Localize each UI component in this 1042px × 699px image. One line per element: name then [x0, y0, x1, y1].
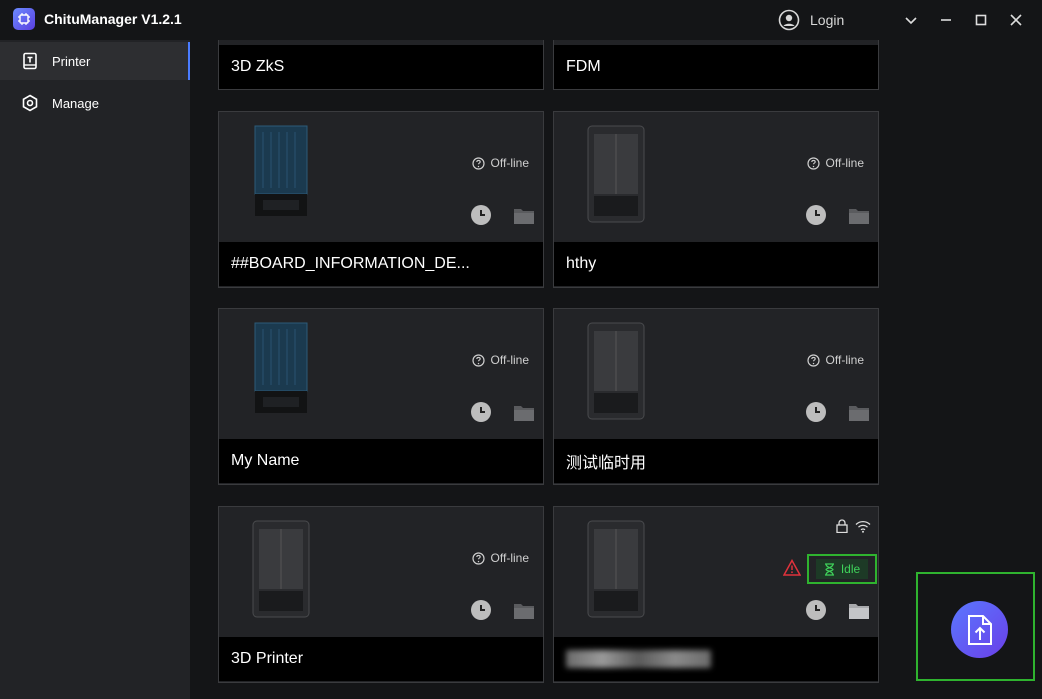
printer-name: FDM — [554, 45, 878, 89]
warning-icon[interactable] — [783, 559, 801, 577]
printer-thumbnail — [254, 125, 308, 216]
help-circle-icon — [806, 353, 820, 367]
help-circle-icon — [471, 551, 485, 565]
folder-icon[interactable] — [849, 404, 869, 421]
clock-icon[interactable] — [471, 600, 491, 620]
clock-icon[interactable] — [471, 205, 491, 225]
printer-icon — [23, 52, 37, 70]
login-label: Login — [810, 12, 845, 28]
title-bar: ChituManager V1.2.1 Login — [0, 0, 1042, 40]
printer-thumbnail — [254, 322, 308, 413]
printer-card[interactable]: Off-line ##BOARD_INFORMATION_DE... — [218, 111, 544, 288]
status-text: Off-line — [490, 156, 529, 170]
status-text: Idle — [840, 562, 861, 576]
folder-icon[interactable] — [849, 207, 869, 224]
printer-card[interactable]: Off-line hthy — [553, 111, 879, 288]
sidebar-item-label: Manage — [52, 95, 99, 111]
clock-icon[interactable] — [806, 600, 826, 620]
close-icon[interactable] — [1006, 10, 1026, 30]
minimize-icon[interactable] — [936, 10, 956, 30]
hourglass-icon — [824, 562, 834, 576]
folder-icon[interactable] — [514, 404, 534, 421]
sidebar: Printer Manage — [0, 40, 190, 699]
connection-status: Off-line — [471, 353, 529, 367]
printer-card[interactable]: Off-line 3D Printer — [218, 506, 544, 683]
printer-card[interactable]: 3D ZkS — [218, 40, 544, 90]
maximize-icon[interactable] — [971, 10, 991, 30]
printer-grid: 3D ZkS FDM Off-line ##BOARD_INFORMATION_… — [190, 40, 1042, 699]
login-button[interactable]: Login — [778, 9, 844, 31]
chevron-down-icon[interactable] — [901, 10, 921, 30]
app-title: ChituManager V1.2.1 — [44, 11, 182, 27]
folder-icon[interactable] — [514, 602, 534, 619]
status-text: Off-line — [490, 551, 529, 565]
printer-thumbnail — [587, 322, 645, 420]
connection-status: Off-line — [806, 353, 864, 367]
printer-name: ##BOARD_INFORMATION_DE... — [219, 242, 543, 286]
connection-status: Off-line — [806, 156, 864, 170]
connection-status: Off-line — [471, 551, 529, 565]
lock-icon — [836, 519, 848, 533]
sidebar-item-printer[interactable]: Printer — [0, 42, 190, 80]
printer-name — [554, 637, 878, 681]
status-text: Off-line — [490, 353, 529, 367]
status-text: Off-line — [825, 353, 864, 367]
help-circle-icon — [471, 353, 485, 367]
status-badge: Idle — [807, 554, 877, 584]
help-circle-icon — [471, 156, 485, 170]
printer-name: hthy — [554, 242, 878, 286]
printer-card[interactable]: Off-line 测试临时用 — [553, 308, 879, 485]
printer-name: 测试临时用 — [554, 439, 878, 483]
folder-icon[interactable] — [849, 602, 869, 619]
redacted-name — [566, 650, 711, 668]
printer-thumbnail — [587, 125, 645, 223]
user-icon — [778, 9, 800, 31]
printer-card[interactable]: FDM — [553, 40, 879, 90]
printer-name: 3D Printer — [219, 637, 543, 681]
sidebar-item-label: Printer — [52, 53, 91, 69]
printer-thumbnail — [252, 520, 310, 618]
printer-name: My Name — [219, 439, 543, 483]
printer-name: 3D ZkS — [219, 45, 543, 89]
clock-icon[interactable] — [471, 402, 491, 422]
app-logo-icon — [13, 8, 35, 30]
upload-file-button[interactable] — [951, 601, 1008, 658]
sidebar-item-manage[interactable]: Manage — [0, 84, 190, 122]
help-circle-icon — [806, 156, 820, 170]
wifi-icon — [855, 520, 871, 533]
clock-icon[interactable] — [806, 402, 826, 422]
printer-thumbnail — [587, 520, 645, 618]
status-text: Off-line — [825, 156, 864, 170]
connection-status: Off-line — [471, 156, 529, 170]
gear-hex-icon — [22, 94, 38, 112]
clock-icon[interactable] — [806, 205, 826, 225]
folder-icon[interactable] — [514, 207, 534, 224]
printer-card[interactable]: Off-line My Name — [218, 308, 544, 485]
printer-card[interactable]: Idle — [553, 506, 879, 683]
file-upload-icon — [967, 614, 992, 645]
